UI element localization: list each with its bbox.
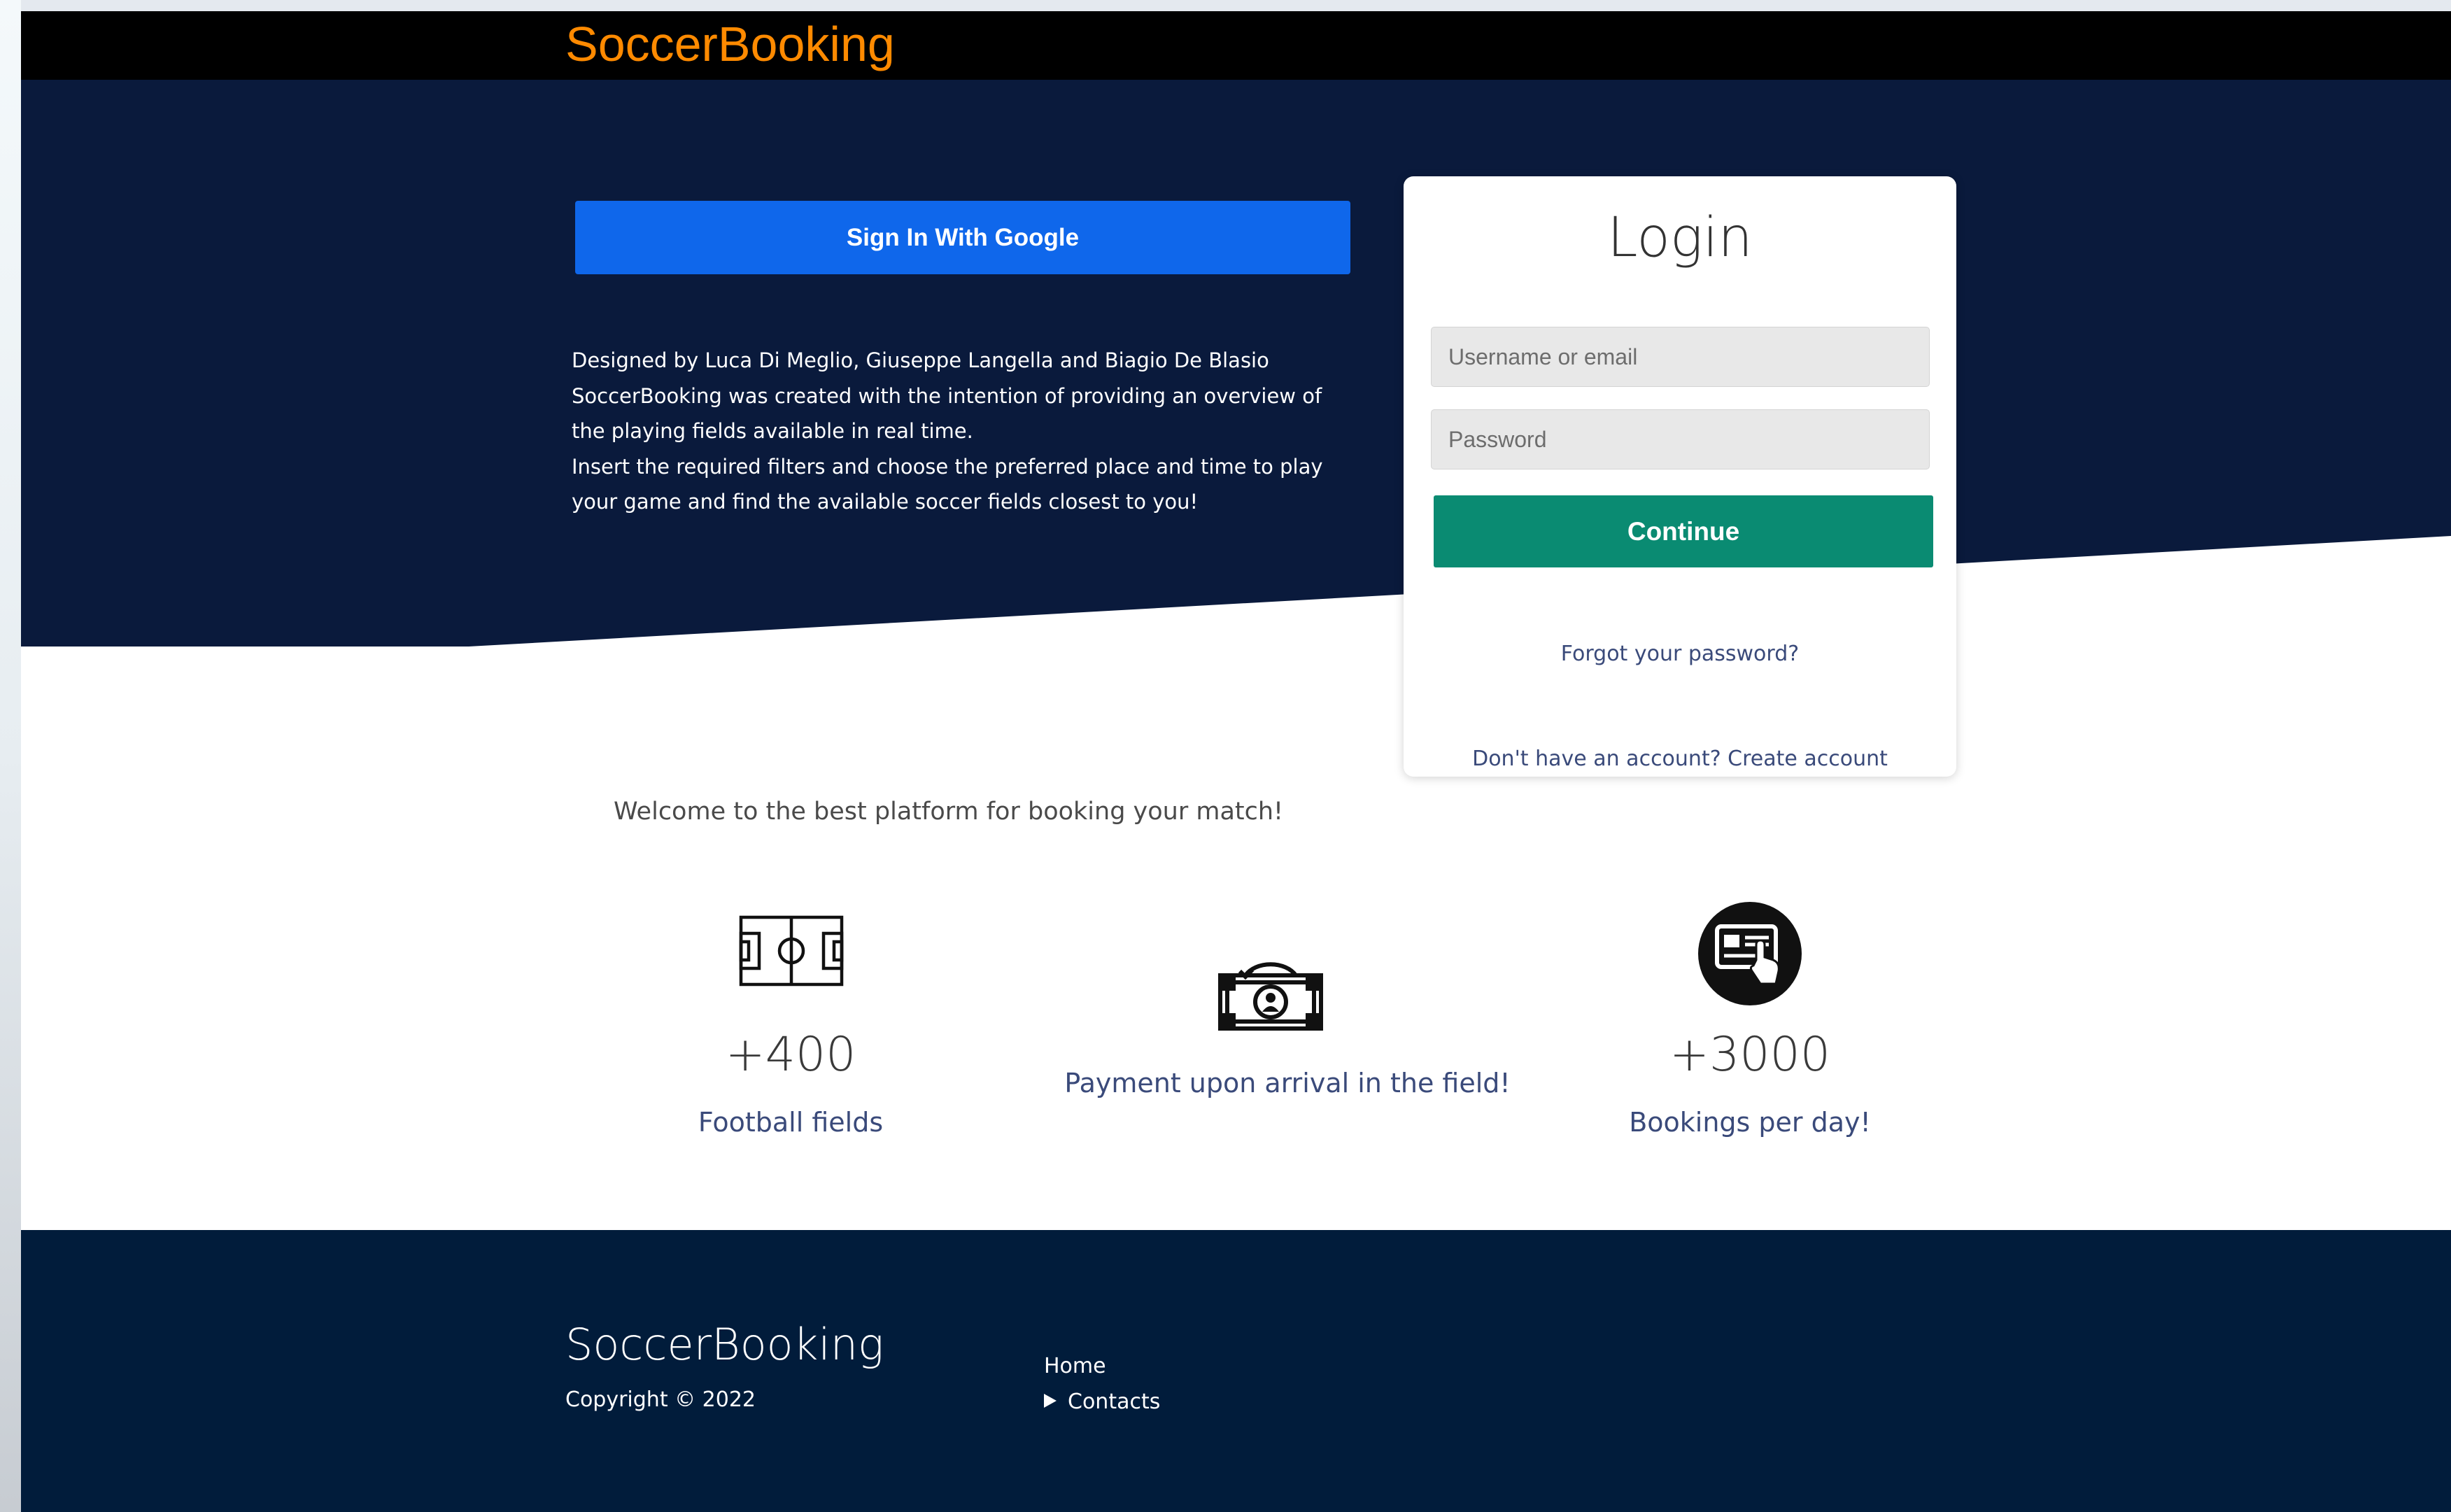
username-input[interactable] [1431, 327, 1930, 387]
brand-logo-link[interactable]: SoccerBooking [565, 13, 895, 76]
stat-bookings-label: Bookings per day! [1629, 1107, 1871, 1138]
booking-card-tap-icon [1698, 902, 1802, 1005]
footer-contacts-label: Contacts [1068, 1390, 1161, 1414]
top-navbar: SoccerBooking [21, 11, 2451, 80]
about-purpose: SoccerBooking was created with the inten… [572, 383, 1322, 444]
footer-brand: SoccerBooking [565, 1319, 884, 1370]
stat-payment-label: Payment upon arrival in the field! [1064, 1068, 1511, 1098]
login-title: Login [1607, 206, 1753, 269]
password-input[interactable] [1431, 409, 1930, 469]
login-card: Login Continue Forgot your password? Don… [1404, 176, 1956, 777]
create-account-link[interactable]: Don't have an account? Create account [1404, 747, 1956, 771]
stat-fields-label: Football fields [698, 1107, 884, 1138]
copyright-text: Copyright © 2022 [565, 1387, 756, 1412]
about-credits: Designed by Luca Di Meglio, Giuseppe Lan… [572, 348, 1269, 372]
google-sign-in-button[interactable]: Sign In With Google [575, 201, 1350, 274]
desktop-background-strip [0, 0, 21, 1512]
welcome-text: Welcome to the best platform for booking… [614, 798, 1284, 826]
about-instructions: Insert the required filters and choose t… [572, 454, 1323, 514]
footer: SoccerBooking Copyright © 2022 Home Cont… [21, 1230, 2451, 1512]
continue-button[interactable]: Continue [1434, 495, 1933, 567]
money-bill-icon [1218, 962, 1323, 1031]
stat-fields-value: +400 [725, 1027, 856, 1082]
football-field-icon [739, 915, 844, 987]
page: SoccerBooking Sign In With Google Design… [21, 11, 2451, 1512]
footer-contacts-link[interactable]: Contacts [1044, 1390, 1160, 1414]
disclosure-triangle-icon [1044, 1394, 1057, 1408]
forgot-password-link[interactable]: Forgot your password? [1404, 642, 1956, 666]
footer-home-link[interactable]: Home [1044, 1354, 1106, 1378]
about-description: Designed by Luca Di Meglio, Giuseppe Lan… [572, 343, 1355, 520]
stat-bookings-value: +3000 [1669, 1027, 1831, 1082]
